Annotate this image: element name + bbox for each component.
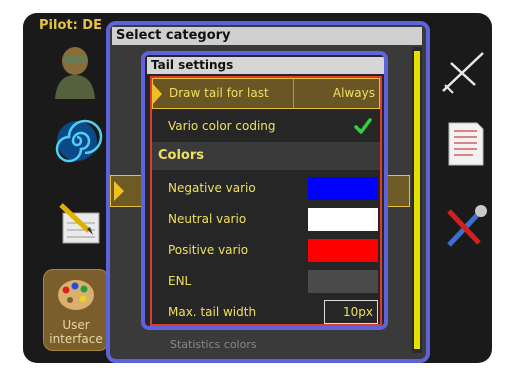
draw-tail-value[interactable]: Always (293, 79, 379, 108)
select-category-title: Select category (112, 27, 422, 45)
colors-header-label: Colors (158, 148, 205, 163)
vario-color-row[interactable]: Vario color coding (152, 111, 380, 142)
user-interface-label: User interface (49, 318, 103, 346)
notepad-icon[interactable] (53, 197, 109, 253)
positive-vario-row[interactable]: Positive vario (152, 235, 380, 266)
selection-arrow-icon (153, 84, 162, 104)
colors-section-header: Colors (152, 142, 380, 170)
neutral-vario-row[interactable]: Neutral vario (152, 204, 380, 235)
tail-settings-title: Tail settings (147, 57, 384, 74)
vario-color-label: Vario color coding (168, 119, 276, 133)
neutral-vario-label: Neutral vario (168, 212, 247, 226)
palette-icon (58, 280, 94, 310)
max-tail-width-field[interactable]: 10px (324, 300, 378, 324)
tail-settings-list: Draw tail for last Always Vario color co… (150, 76, 382, 326)
positive-vario-label: Positive vario (168, 243, 249, 257)
glider-icon[interactable] (435, 45, 491, 101)
tail-settings-dialog: Tail settings Draw tail for last Always … (141, 51, 388, 330)
checkmark-icon[interactable] (354, 118, 372, 134)
enl-label: ENL (168, 274, 192, 288)
user-interface-button[interactable]: User interface (43, 269, 109, 351)
tools-icon[interactable] (437, 199, 492, 255)
enl-swatch[interactable] (308, 270, 378, 293)
positive-vario-swatch[interactable] (308, 239, 378, 262)
enl-row[interactable]: ENL (152, 266, 380, 297)
negative-vario-row[interactable]: Negative vario (152, 173, 380, 204)
draw-tail-label: Draw tail for last (169, 86, 269, 100)
pilot-icon[interactable] (47, 43, 103, 99)
pilot-label: Pilot: DE (39, 18, 102, 33)
scrollbar-thumb[interactable] (414, 51, 420, 349)
category-scrollbar[interactable] (412, 47, 422, 353)
spiral-icon[interactable] (49, 113, 105, 169)
max-tail-width-label: Max. tail width (168, 305, 257, 319)
category-selection-arrow-icon (114, 181, 124, 201)
max-tail-width-row[interactable]: Max. tail width 10px (152, 297, 380, 326)
draw-tail-row[interactable]: Draw tail for last Always (152, 78, 380, 109)
document-icon[interactable] (437, 115, 492, 171)
neutral-vario-swatch[interactable] (308, 208, 378, 231)
category-item-statistics-colors[interactable]: Statistics colors (170, 338, 257, 351)
negative-vario-label: Negative vario (168, 181, 256, 195)
negative-vario-swatch[interactable] (308, 177, 378, 200)
